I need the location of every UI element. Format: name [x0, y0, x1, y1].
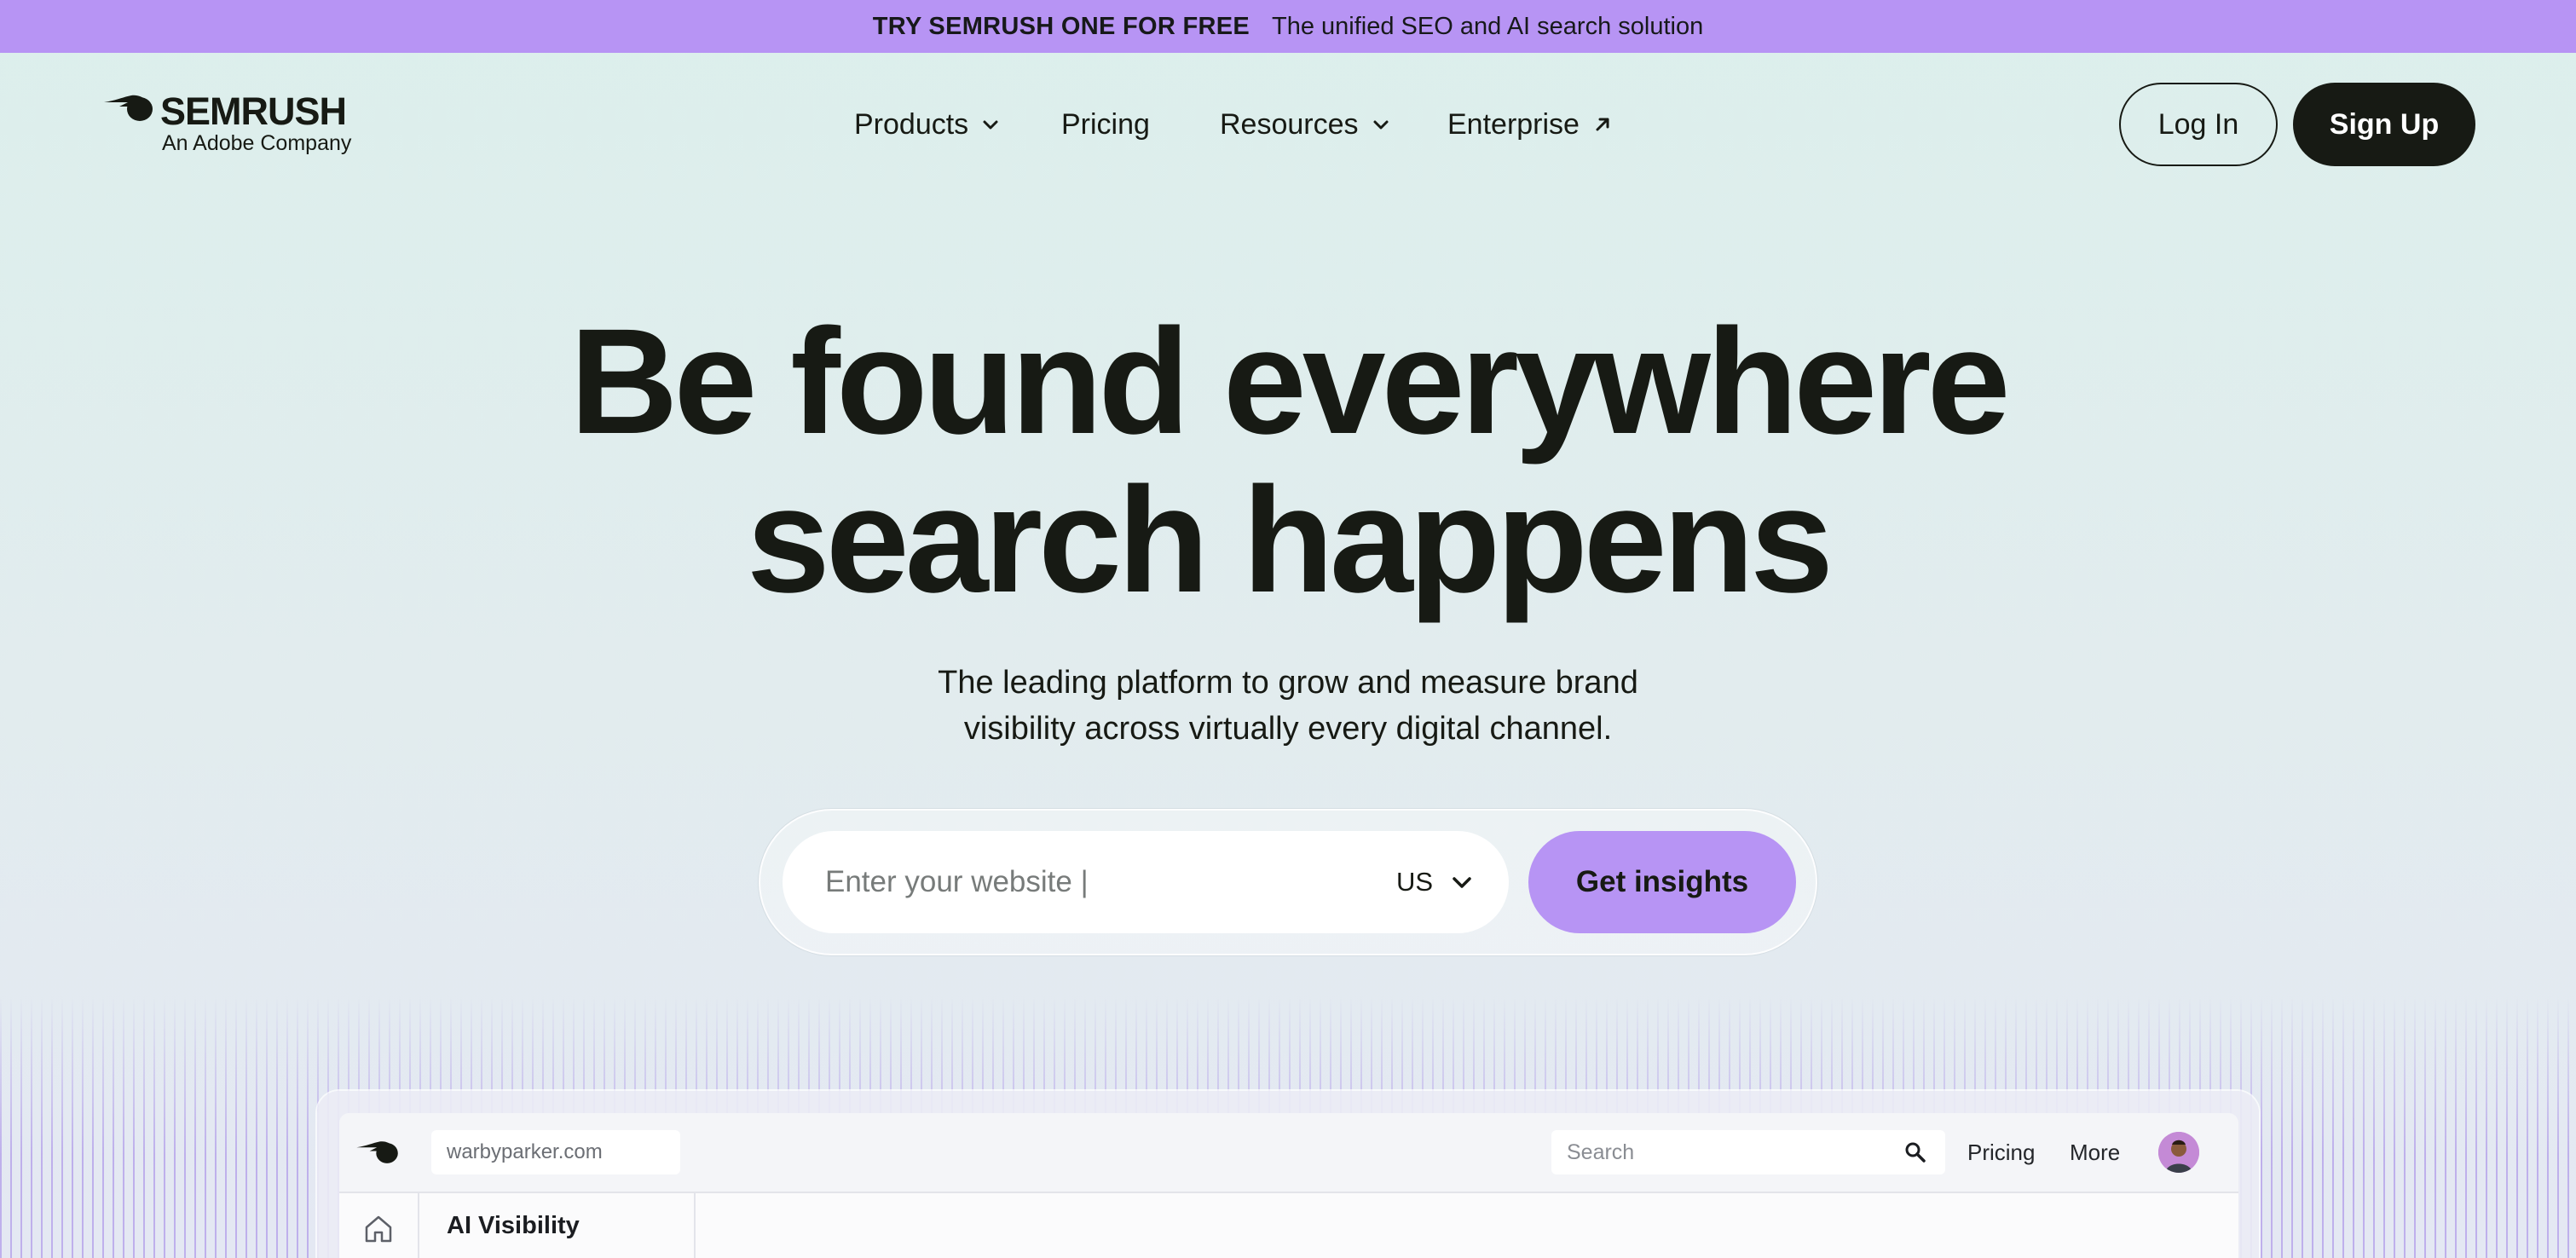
product-preview: warbyparker.com Search Pricing More AI V…	[339, 1113, 2238, 1258]
hero-title-line-1: Be found everywhere	[569, 298, 2010, 465]
hero-title-line-2: search happens	[746, 457, 1834, 624]
search-icon[interactable]	[1904, 1141, 1926, 1163]
hero-subtitle-line-1: The leading platform to grow and measure…	[938, 665, 1638, 701]
chevron-down-icon	[1373, 120, 1389, 130]
hero-title: Be found everywhere search happens	[0, 303, 2576, 620]
arrow-up-right-icon	[1596, 118, 1609, 131]
country-select[interactable]: US	[1396, 831, 1472, 933]
preview-section-title: AI Visibility	[447, 1212, 580, 1239]
logo-wordmark: SEMRUSH	[160, 89, 347, 133]
promo-banner[interactable]: TRY SEMRUSH ONE FOR FREE The unified SEO…	[0, 0, 2576, 53]
nav-products[interactable]: Products	[854, 101, 999, 148]
website-input-placeholder: Enter your website |	[825, 865, 1089, 898]
promo-text[interactable]: The unified SEO and AI search solution	[1272, 13, 1703, 41]
website-input[interactable]: Enter your website | US	[783, 831, 1509, 933]
chevron-down-icon	[1453, 877, 1471, 888]
hero-subtitle: The leading platform to grow and measure…	[0, 660, 2576, 752]
nav-resources-label: Resources	[1220, 107, 1359, 141]
preview-search-input[interactable]: Search	[1551, 1130, 1945, 1174]
logo-tagline: An Adobe Company	[162, 131, 352, 155]
signup-button[interactable]: Sign Up	[2293, 83, 2475, 166]
preview-more-link[interactable]: More	[2070, 1130, 2120, 1174]
nav-resources[interactable]: Resources	[1220, 101, 1389, 148]
home-icon[interactable]	[363, 1214, 394, 1243]
nav-enterprise-label: Enterprise	[1447, 107, 1580, 141]
avatar-image	[2158, 1132, 2199, 1173]
semrush-logo[interactable]: SEMRUSH An Adobe Company	[102, 89, 367, 160]
nav-products-label: Products	[854, 107, 969, 141]
preview-pricing-link[interactable]: Pricing	[1967, 1130, 2035, 1174]
semrush-fireball-icon	[356, 1141, 398, 1163]
promo-strong-text[interactable]: TRY SEMRUSH ONE FOR FREE	[873, 13, 1250, 41]
chevron-down-icon	[983, 120, 998, 130]
nav-pricing-label: Pricing	[1061, 107, 1150, 141]
get-insights-button[interactable]: Get insights	[1528, 831, 1796, 933]
preview-menu: AI Visibility	[419, 1193, 696, 1258]
hero-subtitle-line-2: visibility across virtually every digita…	[963, 711, 1613, 747]
nav-enterprise[interactable]: Enterprise	[1447, 101, 1612, 148]
country-select-value: US	[1396, 867, 1434, 897]
login-button[interactable]: Log In	[2119, 83, 2278, 166]
preview-domain-input[interactable]: warbyparker.com	[431, 1130, 680, 1174]
preview-sidebar	[339, 1193, 419, 1258]
preview-toolbar: warbyparker.com Search Pricing More	[339, 1113, 2238, 1193]
avatar[interactable]	[2158, 1132, 2199, 1173]
semrush-fireball-icon	[104, 95, 153, 121]
nav-pricing[interactable]: Pricing	[1061, 101, 1150, 148]
preview-search-placeholder: Search	[1567, 1140, 1635, 1164]
